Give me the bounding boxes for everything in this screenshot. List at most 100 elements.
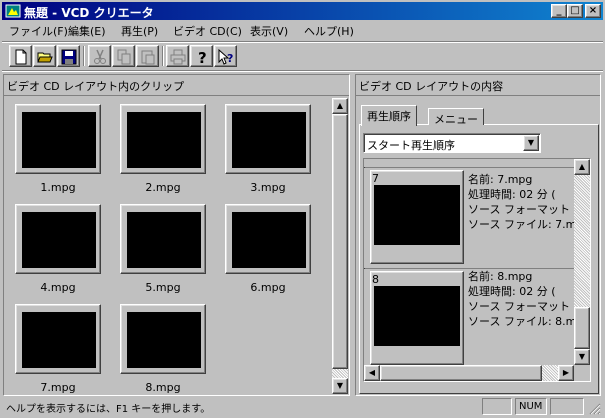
clip-tile[interactable]: 8.mpg [120,304,206,394]
menu-view[interactable]: 表示(V) [250,23,288,39]
resize-grip-icon[interactable] [588,402,601,415]
new-button[interactable] [9,45,32,67]
paste-icon [141,50,155,65]
item-name: 名前: 7.mpg [468,173,533,186]
arrow-left-icon: ◀ [368,368,376,377]
clip-label: 3.mpg [250,181,286,194]
play-order-list: 7 名前: 7.mpg 処理時間: 02 分 ( ソース フォーマット : MP… [363,158,591,382]
clip-tile[interactable]: 7.mpg [15,304,101,394]
open-button[interactable] [33,45,56,67]
list-vertical-scrollbar[interactable]: ▲ ▼ [574,159,590,365]
print-icon [170,49,186,65]
clip-tile[interactable]: 2.mpg [120,104,206,200]
dropdown-button[interactable]: ▼ [523,135,539,151]
item-duration: 処理時間: 02 分 ( [468,188,556,201]
copy-button[interactable] [112,45,135,67]
clip-thumbnail [127,212,201,268]
clip-tile[interactable]: 1.mpg [15,104,101,200]
save-button[interactable] [57,45,80,67]
clip-tile[interactable]: 6.mpg [225,204,311,300]
play-order-item[interactable]: 7 名前: 7.mpg 処理時間: 02 分 ( ソース フォーマット : MP… [364,168,575,268]
item-info: 名前: 7.mpg 処理時間: 02 分 ( ソース フォーマット : MP ソ… [468,172,575,232]
clip-tile[interactable]: 5.mpg [120,204,206,300]
clip-label: 1.mpg [40,181,76,194]
layout-pane-title-text: ビデオ CD レイアウトの内容 [359,80,504,93]
scroll-thumb[interactable] [380,365,542,381]
clip-thumbnail [127,312,201,368]
menu-help[interactable]: ヘルプ(H) [304,23,354,39]
toolbar-separator-top [2,41,603,43]
scroll-thumb[interactable] [574,307,590,349]
layout-pane-title: ビデオ CD レイアウトの内容 [356,75,600,95]
maximize-button[interactable]: □ [567,4,583,18]
menu-play[interactable]: 再生(P) [121,23,158,39]
clip-thumbnail [22,112,96,168]
list-item-partial [364,159,575,167]
menu-edit[interactable]: 編集(E) [68,23,106,39]
clip-frame [120,304,206,374]
context-help-button[interactable]: ? [214,45,237,67]
pane-header-divider [356,95,600,96]
item-frame: 7 [370,170,464,264]
clips-vertical-scrollbar[interactable]: ▲ ▼ [332,98,348,394]
scroll-right-button[interactable]: ▶ [558,365,574,381]
pane-header-divider [4,95,349,96]
clip-label: 7.mpg [40,381,76,394]
scroll-down-button[interactable]: ▼ [332,378,348,394]
arrow-down-icon: ▼ [578,352,586,361]
item-frame: 8 [370,271,464,365]
arrow-up-icon: ▲ [336,101,344,110]
cut-button[interactable] [88,45,111,67]
title-bar[interactable]: 無題 - VCD クリエータ _ □ × [2,2,603,20]
save-icon [61,49,77,65]
clip-thumbnail [22,212,96,268]
context-help-icon: ? [218,49,233,65]
scroll-up-button[interactable]: ▲ [332,98,348,114]
clip-tile[interactable]: 3.mpg [225,104,311,200]
menu-file[interactable]: ファイル(F) [9,23,68,39]
item-format: ソース フォーマット : MP [468,300,575,313]
item-thumbnail [374,286,460,346]
arrow-up-icon: ▲ [578,162,586,171]
item-info: 名前: 8.mpg 処理時間: 02 分 ( ソース フォーマット : MP ソ… [468,269,575,329]
clip-frame [120,204,206,274]
copy-icon [117,49,131,65]
play-order-dropdown[interactable]: スタート再生順序 ▼ [363,133,541,153]
clips-pane-title-text: ビデオ CD レイアウト内のクリップ [7,80,185,93]
arrow-down-icon: ▼ [336,381,344,390]
close-icon: × [588,5,598,16]
toolbar-divider [162,46,164,66]
close-button[interactable]: × [585,4,601,18]
scroll-down-button[interactable]: ▼ [574,349,590,365]
clip-grid: 1.mpg 2.mpg 3.mpg 4.mpg 5.mpg 6.mpg 7.mp… [6,98,332,394]
help-button[interactable]: ? [190,45,213,67]
item-thumbnail [374,185,460,245]
scroll-left-button[interactable]: ◀ [364,365,380,381]
clip-tile[interactable]: 4.mpg [15,204,101,300]
menu-bar: ファイル(F) 編集(E) 再生(P) ビデオ CD(C) 表示(V) ヘルプ(… [2,20,603,40]
clip-thumbnail [127,112,201,168]
arrow-right-icon: ▶ [562,368,570,377]
paste-button[interactable] [136,45,159,67]
scroll-thumb[interactable] [332,114,348,369]
item-format: ソース フォーマット : MP [468,203,575,216]
print-button[interactable] [166,45,189,67]
menu-video-cd[interactable]: ビデオ CD(C) [173,23,242,39]
item-duration: 処理時間: 02 分 ( [468,285,556,298]
toolbar-divider [83,46,85,66]
clip-label: 5.mpg [145,281,181,294]
tab-play-order[interactable]: 再生順序 [361,105,417,126]
maximize-icon: □ [570,5,580,16]
play-order-item[interactable]: 8 名前: 8.mpg 処理時間: 02 分 ( ソース フォーマット : MP… [364,269,575,369]
status-text: ヘルプを表示するには、F1 キーを押します。 [6,404,211,415]
item-number: 7 [372,172,379,185]
clip-label: 4.mpg [40,281,76,294]
toolbar-separator-bottom [2,70,603,72]
minimize-button[interactable]: _ [551,4,567,18]
tab-menu[interactable]: メニュー [428,108,484,126]
scroll-up-button[interactable]: ▲ [574,159,590,175]
status-bar: ヘルプを表示するには、F1 キーを押します。 [2,397,603,416]
clip-label: 6.mpg [250,281,286,294]
list-horizontal-scrollbar[interactable]: ◀ ▶ [364,365,574,381]
clip-thumbnail [232,112,306,168]
